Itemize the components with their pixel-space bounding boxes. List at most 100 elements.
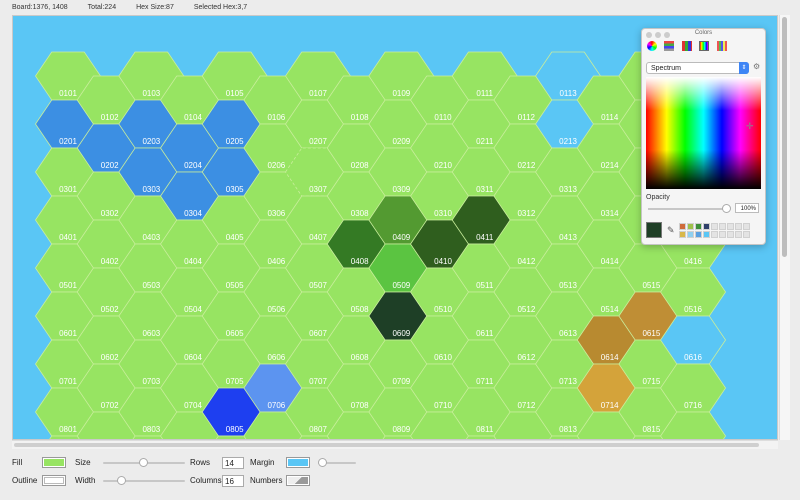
hex-number-label: 0801: [59, 425, 77, 434]
palette-swatch[interactable]: [679, 231, 686, 238]
palette-swatch[interactable]: [695, 223, 702, 230]
vertical-scroll-thumb[interactable]: [782, 17, 787, 257]
hex-number-label: 0702: [101, 401, 119, 410]
palette-swatch[interactable]: [735, 231, 742, 238]
gear-icon[interactable]: ⚙: [753, 62, 760, 71]
hex-number-label: 0609: [392, 329, 410, 338]
saved-colors-palette[interactable]: [679, 223, 750, 238]
hex-number-label: 0506: [267, 305, 285, 314]
palette-swatch[interactable]: [687, 223, 694, 230]
hex-number-label: 0411: [476, 233, 494, 242]
palette-swatch[interactable]: [679, 223, 686, 230]
hex-number-label: 0112: [518, 113, 536, 122]
palette-swatch[interactable]: [711, 231, 718, 238]
palette-swatch[interactable]: [727, 231, 734, 238]
hex-number-label: 0708: [351, 401, 369, 410]
hex-number-label: 0409: [392, 233, 410, 242]
palette-swatch[interactable]: [719, 231, 726, 238]
selected-hex-readout: Selected Hex:3,7: [193, 4, 248, 11]
opacity-slider[interactable]: [648, 208, 726, 210]
numbers-label: Numbers: [250, 476, 283, 485]
total-hex-readout: Total:224: [87, 4, 117, 11]
hex-number-label: 0716: [684, 401, 702, 410]
rows-field[interactable]: 14: [222, 457, 244, 469]
opacity-label: Opacity: [646, 194, 670, 201]
opacity-field[interactable]: 100%: [735, 203, 759, 213]
hex-number-label: 0813: [559, 425, 577, 434]
hex-number-label: 0601: [59, 329, 77, 338]
color-spectrum-picker[interactable]: [646, 77, 761, 189]
hex-number-label: 0503: [142, 281, 160, 290]
eyedropper-icon[interactable]: ✎: [667, 225, 675, 236]
width-slider-knob[interactable]: [117, 476, 126, 485]
hex-number-label: 0212: [517, 161, 535, 170]
palette-swatch[interactable]: [743, 223, 750, 230]
color-sliders-icon[interactable]: [664, 41, 674, 51]
fill-color-well[interactable]: [42, 457, 66, 468]
hex-number-label: 0414: [601, 257, 619, 266]
palette-swatch[interactable]: [687, 231, 694, 238]
vertical-scrollbar[interactable]: [779, 15, 790, 440]
palette-swatch[interactable]: [743, 231, 750, 238]
hex-number-label: 0607: [309, 329, 327, 338]
width-slider[interactable]: [103, 476, 185, 486]
hex-number-label: 0110: [434, 113, 452, 122]
hex-number-label: 0211: [476, 137, 494, 146]
hex-number-label: 0204: [184, 161, 202, 170]
hex-number-label: 0616: [684, 353, 702, 362]
size-slider-knob[interactable]: [139, 458, 148, 467]
numbers-color-well[interactable]: [286, 475, 310, 486]
spectrum-mode-dropdown[interactable]: Spectrum ⇕: [646, 62, 749, 74]
palette-swatch[interactable]: [711, 223, 718, 230]
margin-color-swatch: [288, 459, 308, 466]
hex-number-label: 0301: [59, 185, 77, 194]
hex-number-label: 0509: [392, 281, 410, 290]
horizontal-scroll-thumb[interactable]: [14, 443, 759, 447]
columns-field[interactable]: 16: [222, 475, 244, 487]
palette-swatch[interactable]: [703, 223, 710, 230]
colors-panel[interactable]: Colors Spectrum ⇕ ⚙ ✛ Opacity 100% ✎: [641, 28, 766, 245]
margin-color-well[interactable]: [286, 457, 310, 468]
size-label: Size: [75, 458, 91, 467]
hex-number-label: 0516: [684, 305, 702, 314]
image-palettes-icon[interactable]: [699, 41, 709, 51]
picker-crosshair-icon: ✛: [746, 121, 754, 131]
fill-label: Fill: [12, 458, 23, 467]
hex-number-label: 0711: [476, 377, 494, 386]
hex-number-label: 0704: [184, 401, 202, 410]
hex-number-label: 0209: [392, 137, 410, 146]
hex-number-label: 0703: [142, 377, 160, 386]
size-slider[interactable]: [103, 458, 185, 468]
info-bar: Board:1376, 1408 Total:224 Hex Size:87 S…: [0, 0, 800, 15]
outline-color-swatch: [44, 477, 64, 484]
palette-swatch[interactable]: [735, 223, 742, 230]
hex-number-label: 0205: [226, 137, 244, 146]
hex-size-readout: Hex Size:87: [136, 4, 174, 11]
pencils-icon[interactable]: [717, 41, 727, 51]
opacity-slider-knob[interactable]: [722, 204, 731, 213]
outline-color-well[interactable]: [42, 475, 66, 486]
color-palettes-icon[interactable]: [682, 41, 692, 51]
palette-swatch[interactable]: [695, 231, 702, 238]
hex-number-label: 0104: [184, 113, 202, 122]
hex-number-label: 0103: [142, 89, 160, 98]
hex-number-label: 0202: [101, 161, 119, 170]
palette-swatch[interactable]: [703, 231, 710, 238]
palette-swatch[interactable]: [727, 223, 734, 230]
hex-number-label: 0603: [142, 329, 160, 338]
hex-number-label: 0107: [309, 89, 327, 98]
hex-number-label: 0307: [309, 185, 327, 194]
hex-number-label: 0309: [392, 185, 410, 194]
margin-slider-knob[interactable]: [318, 458, 327, 467]
hex-number-label: 0815: [642, 425, 660, 434]
horizontal-scrollbar[interactable]: [12, 440, 778, 449]
palette-swatch[interactable]: [719, 223, 726, 230]
hex-number-label: 0614: [601, 353, 619, 362]
color-wheel-icon[interactable]: [647, 41, 657, 51]
hex-number-label: 0213: [559, 137, 577, 146]
hex-number-label: 0412: [517, 257, 535, 266]
current-color-swatch[interactable]: [646, 222, 662, 238]
hex-number-label: 0111: [476, 89, 493, 98]
hex-number-label: 0106: [267, 113, 285, 122]
margin-slider[interactable]: [318, 458, 356, 468]
